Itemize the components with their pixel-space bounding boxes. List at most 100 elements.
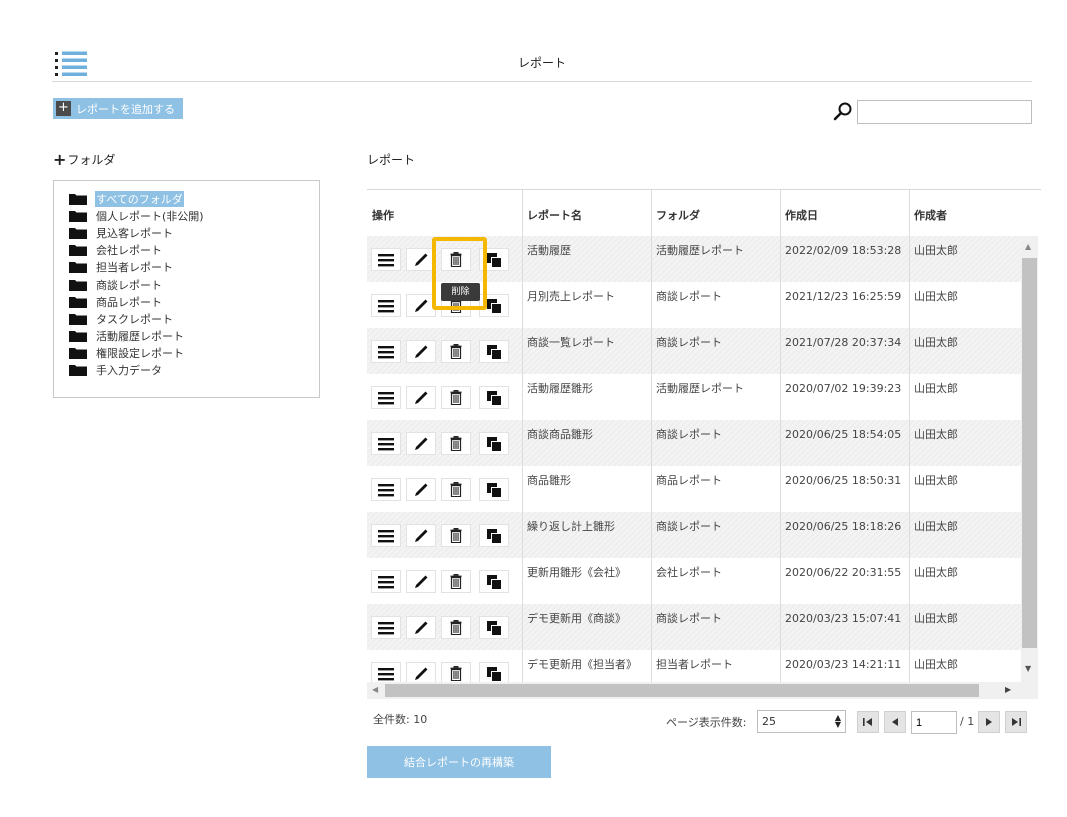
first-page-button[interactable] <box>857 711 879 733</box>
row-delete-button[interactable] <box>441 478 471 501</box>
row-edit-button[interactable] <box>406 248 436 271</box>
row-edit-button[interactable] <box>406 524 436 547</box>
add-report-label: レポートを追加する <box>76 102 175 116</box>
last-page-button[interactable] <box>1005 711 1027 733</box>
report-name-cell[interactable]: 繰り返し計上雛形 <box>522 512 651 558</box>
row-menu-button[interactable] <box>371 616 401 639</box>
report-name-cell[interactable]: 活動履歴 <box>522 236 651 282</box>
row-menu-button[interactable] <box>371 524 401 547</box>
report-name-cell[interactable]: 活動履歴雛形 <box>522 374 651 420</box>
column-header-folder[interactable]: フォルダ <box>651 190 780 236</box>
row-menu-button[interactable] <box>371 570 401 593</box>
delete-trash-icon <box>450 252 462 267</box>
row-copy-button[interactable] <box>479 616 509 639</box>
folder-icon <box>69 193 87 205</box>
column-header-name[interactable]: レポート名 <box>522 190 651 236</box>
table-row[interactable]: 商談商品雛形 商談レポート 2020/06/25 18:54:05 山田太郎 <box>367 420 1021 466</box>
vertical-scroll-thumb[interactable] <box>1022 258 1037 648</box>
report-name-cell[interactable]: 商品雛形 <box>522 466 651 512</box>
row-menu-button[interactable] <box>371 386 401 409</box>
column-header-created[interactable]: 作成日 <box>780 190 909 236</box>
delete-trash-icon <box>450 528 462 543</box>
folder-item[interactable]: タスクレポート <box>54 310 319 327</box>
folder-heading-label: フォルダ <box>67 153 116 167</box>
row-delete-button[interactable] <box>441 616 471 639</box>
row-delete-button[interactable] <box>441 432 471 455</box>
folder-label: 商談レポート <box>96 278 162 292</box>
folder-heading[interactable]: + フォルダ <box>53 151 115 168</box>
table-row[interactable]: 商談一覧レポート 商談レポート 2021/07/28 20:37:34 山田太郎 <box>367 328 1021 374</box>
edit-pencil-icon <box>413 620 429 636</box>
folder-item[interactable]: 個人レポート(非公開) <box>54 207 319 224</box>
row-edit-button[interactable] <box>406 294 436 317</box>
row-copy-button[interactable] <box>479 294 509 317</box>
row-edit-button[interactable] <box>406 478 436 501</box>
row-copy-button[interactable] <box>479 386 509 409</box>
row-copy-button[interactable] <box>479 478 509 501</box>
horizontal-scroll-thumb[interactable] <box>385 684 979 697</box>
folder-item[interactable]: 会社レポート <box>54 242 319 259</box>
row-menu-button[interactable] <box>371 294 401 317</box>
folder-item[interactable]: 担当者レポート <box>54 259 319 276</box>
table-row[interactable]: 繰り返し計上雛形 商談レポート 2020/06/25 18:18:26 山田太郎 <box>367 512 1021 558</box>
row-copy-button[interactable] <box>479 524 509 547</box>
folder-item[interactable]: 見込客レポート <box>54 224 319 241</box>
row-edit-button[interactable] <box>406 570 436 593</box>
table-row[interactable]: 更新用雛形《会社》 会社レポート 2020/06/22 20:31:55 山田太郎 <box>367 558 1021 604</box>
report-folder-cell: 活動履歴レポート <box>656 244 744 257</box>
report-name-cell[interactable]: 更新用雛形《会社》 <box>522 558 651 604</box>
row-menu-button[interactable] <box>371 248 401 271</box>
row-copy-button[interactable] <box>479 570 509 593</box>
copy-icon <box>486 666 502 682</box>
row-edit-button[interactable] <box>406 616 436 639</box>
row-menu-button[interactable] <box>371 340 401 363</box>
add-report-button[interactable]: + レポートを追加する <box>53 98 183 119</box>
report-folder-cell: 商談レポート <box>656 290 722 303</box>
folder-label: 活動履歴レポート <box>96 330 184 344</box>
rebuild-joined-report-button[interactable]: 結合レポートの再構築 <box>367 746 551 778</box>
folder-item[interactable]: 手入力データ <box>54 362 319 379</box>
row-copy-button[interactable] <box>479 248 509 271</box>
row-delete-button[interactable] <box>441 524 471 547</box>
row-delete-button[interactable] <box>441 248 471 271</box>
prev-page-button[interactable] <box>884 711 906 733</box>
row-edit-button[interactable] <box>406 340 436 363</box>
row-copy-button[interactable] <box>479 432 509 455</box>
table-row[interactable]: 活動履歴 活動履歴レポート 2022/02/09 18:53:28 山田太郎 <box>367 236 1021 282</box>
next-page-button[interactable] <box>978 711 1000 733</box>
row-copy-button[interactable] <box>479 340 509 363</box>
table-row[interactable]: 活動履歴雛形 活動履歴レポート 2020/07/02 19:39:23 山田太郎 <box>367 374 1021 420</box>
delete-trash-icon <box>450 620 462 635</box>
folder-item[interactable]: 権限設定レポート <box>54 345 319 362</box>
scroll-up-icon[interactable]: ▲ <box>1025 242 1031 251</box>
scroll-left-icon[interactable]: ◀ <box>372 685 378 694</box>
table-row[interactable]: 商品雛形 商品レポート 2020/06/25 18:50:31 山田太郎 <box>367 466 1021 512</box>
folder-item[interactable]: 商談レポート <box>54 276 319 293</box>
folder-item[interactable]: 商品レポート <box>54 293 319 310</box>
vertical-scrollbar[interactable]: ▲ ▼ <box>1021 236 1038 682</box>
report-name-cell[interactable]: 商談一覧レポート <box>522 328 651 374</box>
scroll-right-icon[interactable]: ▶ <box>1005 685 1011 694</box>
select-arrows-icon: ▲ ▼ <box>834 713 841 729</box>
search-icon[interactable] <box>832 100 854 122</box>
scroll-down-icon[interactable]: ▼ <box>1025 664 1031 673</box>
page-size-select[interactable]: 25 ▲ ▼ <box>757 710 846 733</box>
row-menu-button[interactable] <box>371 432 401 455</box>
page-number-input[interactable] <box>911 711 957 734</box>
search-input[interactable] <box>857 100 1032 124</box>
row-delete-button[interactable] <box>441 386 471 409</box>
row-menu-button[interactable] <box>371 478 401 501</box>
column-header-author[interactable]: 作成者 <box>909 190 1021 236</box>
report-created-cell: 2020/03/23 15:07:41 <box>785 612 902 625</box>
row-delete-button[interactable] <box>441 570 471 593</box>
row-delete-button[interactable] <box>441 340 471 363</box>
row-edit-button[interactable] <box>406 386 436 409</box>
folder-item[interactable]: 活動履歴レポート <box>54 328 319 345</box>
row-edit-button[interactable] <box>406 432 436 455</box>
report-name-cell[interactable]: 月別売上レポート <box>522 282 651 328</box>
table-row[interactable]: デモ更新用《商談》 商談レポート 2020/03/23 15:07:41 山田太郎 <box>367 604 1021 650</box>
report-name-cell[interactable]: 商談商品雛形 <box>522 420 651 466</box>
horizontal-scrollbar[interactable]: ◀ ▶ <box>367 682 1038 699</box>
folder-item[interactable]: すべてのフォルダ <box>54 190 319 207</box>
report-name-cell[interactable]: デモ更新用《商談》 <box>522 604 651 650</box>
